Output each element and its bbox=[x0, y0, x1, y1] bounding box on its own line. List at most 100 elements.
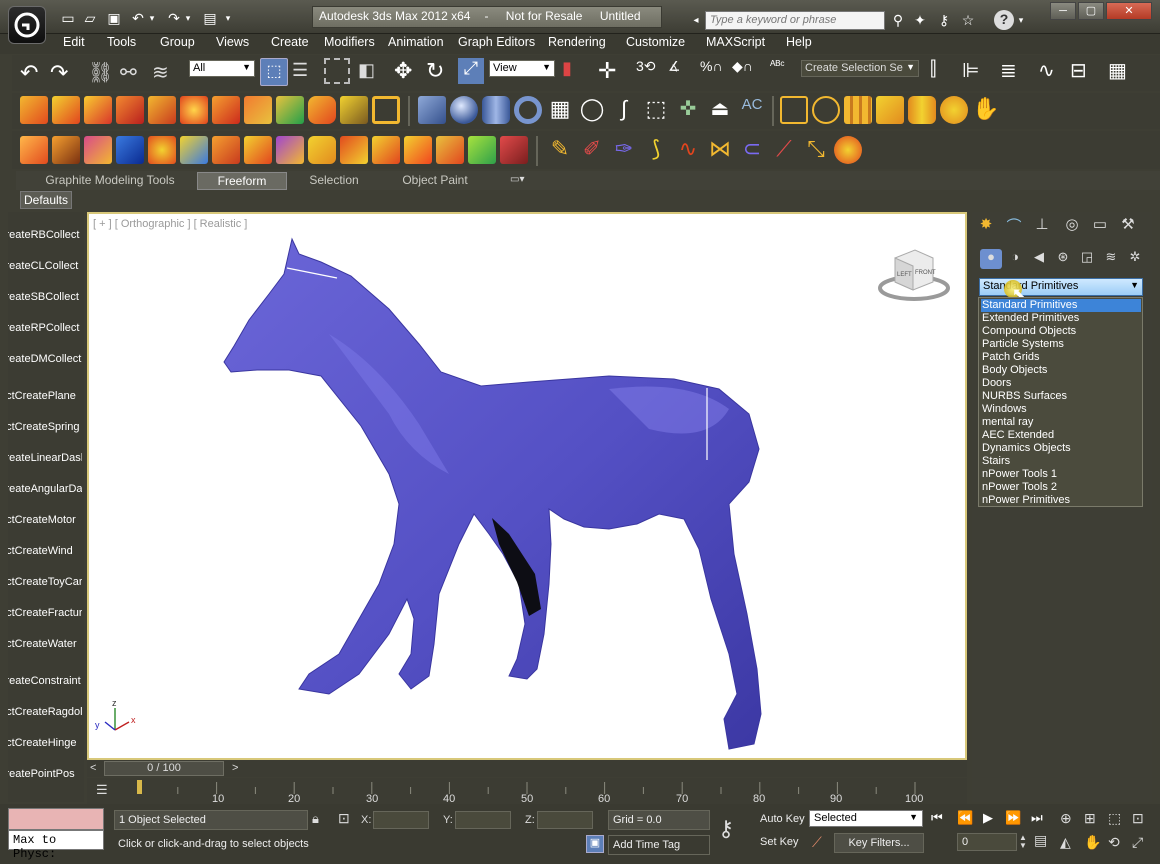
maxscript-listener-mini[interactable] bbox=[8, 808, 104, 830]
menu-tools[interactable]: Tools bbox=[107, 35, 136, 49]
dome-object-icon[interactable] bbox=[940, 96, 968, 124]
option-patch-grids[interactable]: Patch Grids bbox=[981, 351, 1141, 364]
pan-view-icon[interactable]: ✋ bbox=[1084, 834, 1101, 851]
cameras-category-icon[interactable]: ⊛ bbox=[1052, 249, 1074, 269]
default-in-out-tangents-icon[interactable]: ⟋ bbox=[812, 834, 822, 851]
tab-selection[interactable]: Selection bbox=[295, 172, 373, 190]
rectangle-shape-icon[interactable]: ⬚ bbox=[642, 96, 670, 124]
reactor-deforming-mesh-icon[interactable] bbox=[148, 96, 176, 124]
selection-lock-icon[interactable]: 🔒︎ bbox=[312, 811, 319, 827]
select-and-rotate-icon[interactable]: ↻ bbox=[426, 58, 452, 84]
binoculars-search-icon[interactable]: ⚲ bbox=[888, 11, 908, 29]
reactor-spring-icon[interactable] bbox=[212, 96, 240, 124]
option-nurbs-surfaces[interactable]: NURBS Surfaces bbox=[981, 390, 1141, 403]
quick-access-dropdown-icon[interactable]: ▾ bbox=[222, 9, 234, 27]
new-file-icon[interactable]: ▭ bbox=[58, 9, 78, 27]
macro-button[interactable]: actCreateHinge bbox=[8, 728, 82, 758]
wave-tool-icon[interactable]: ∿ bbox=[674, 136, 702, 164]
option-aec-extended[interactable]: AEC Extended bbox=[981, 429, 1141, 442]
reactor-rope-icon[interactable] bbox=[116, 96, 144, 124]
percent-snap-icon[interactable]: %∩ bbox=[700, 58, 726, 84]
npower-card-icon[interactable] bbox=[84, 136, 112, 164]
edit-named-selection-icon[interactable]: ᴬᴮᶜ bbox=[770, 58, 796, 84]
zoom-extents-icon[interactable]: ⬚ bbox=[1108, 810, 1121, 827]
time-configuration-icon[interactable]: ▤ bbox=[1034, 832, 1047, 849]
application-button[interactable] bbox=[8, 6, 46, 44]
npower-extrude-icon[interactable] bbox=[340, 136, 368, 164]
column-object-icon[interactable] bbox=[908, 96, 936, 124]
npower-loft-icon[interactable] bbox=[404, 136, 432, 164]
y-coordinate-field[interactable] bbox=[455, 811, 511, 829]
npower-split-icon[interactable] bbox=[308, 136, 336, 164]
redo-dropdown-icon[interactable]: ▾ bbox=[182, 9, 194, 27]
relax-tool-icon[interactable] bbox=[834, 136, 862, 164]
option-standard-primitives[interactable]: Standard Primitives bbox=[981, 299, 1141, 312]
select-and-scale-icon[interactable]: ⤢ bbox=[458, 58, 484, 84]
utilities-tab-icon[interactable]: ⚒ bbox=[1116, 215, 1140, 237]
key-mode-dropdown[interactable]: Selected ▼ bbox=[809, 810, 923, 827]
macro-button[interactable]: createDMCollect bbox=[8, 344, 82, 374]
rectangular-selection-icon[interactable] bbox=[324, 58, 350, 84]
absolute-mode-transform-icon[interactable]: ⊡ bbox=[338, 810, 350, 827]
communication-center-icon[interactable]: ⚷ bbox=[934, 11, 954, 29]
systems-category-icon[interactable]: ✲ bbox=[1124, 249, 1146, 269]
maxscript-input[interactable]: Max to Physc: bbox=[8, 830, 104, 861]
reactor-cloth-icon[interactable] bbox=[52, 96, 80, 124]
loop-tool-icon[interactable]: ⊂ bbox=[738, 136, 766, 164]
redo-icon[interactable]: ↷ bbox=[50, 60, 76, 85]
npower-wedge-icon[interactable] bbox=[52, 136, 80, 164]
help-dropdown-icon[interactable]: ▾ bbox=[1016, 11, 1026, 29]
save-file-icon[interactable]: ▣ bbox=[104, 9, 124, 27]
bow-tool-icon[interactable]: ⋈ bbox=[706, 136, 734, 164]
menu-modifiers[interactable]: Modifiers bbox=[324, 35, 375, 49]
macro-button[interactable]: actCreateRagdoll bbox=[8, 697, 82, 727]
macro-button[interactable]: createAngularDash bbox=[8, 474, 82, 504]
space-warps-category-icon[interactable]: ≋ bbox=[1100, 249, 1122, 269]
material-editor-icon[interactable]: ▦ bbox=[1108, 58, 1134, 84]
time-slider-thumb[interactable]: 0 / 100 bbox=[104, 761, 224, 776]
frame-spinner-icon[interactable]: ▲ ▼ bbox=[1019, 834, 1027, 850]
select-by-name-icon[interactable]: ☰ bbox=[292, 60, 316, 84]
time-slider-next-icon[interactable]: > bbox=[232, 762, 238, 774]
macro-button[interactable]: createRPCollect bbox=[8, 313, 82, 343]
zoom-all-icon[interactable]: ⊞ bbox=[1084, 810, 1096, 827]
macro-button[interactable]: createCLCollect bbox=[8, 251, 82, 281]
sphere-primitive-icon[interactable] bbox=[450, 96, 478, 124]
option-npower-primitives[interactable]: nPower Primitives bbox=[981, 494, 1141, 507]
motion-tab-icon[interactable]: ◎ bbox=[1060, 215, 1084, 237]
search-input[interactable]: Type a keyword or phrase bbox=[705, 11, 885, 30]
reactor-soft-body-icon[interactable] bbox=[84, 96, 112, 124]
menu-graph-editors[interactable]: Graph Editors bbox=[458, 35, 535, 49]
geometry-category-icon[interactable]: ● bbox=[980, 249, 1002, 269]
angle-snap-icon[interactable]: ∡ bbox=[668, 58, 694, 84]
mirror-icon[interactable]: ⫿ bbox=[930, 58, 956, 84]
point-helper-icon[interactable]: ✜ bbox=[674, 96, 702, 124]
select-object-button[interactable]: ⬚ bbox=[260, 58, 288, 86]
npower-fillet-icon[interactable] bbox=[212, 136, 240, 164]
previous-frame-icon[interactable]: ⏪ bbox=[957, 810, 973, 826]
wall-object-icon[interactable] bbox=[876, 96, 904, 124]
orbit-icon[interactable]: ⟲ bbox=[1108, 834, 1120, 851]
brush-tool-icon[interactable]: ✐ bbox=[578, 136, 606, 164]
box-primitive-icon[interactable] bbox=[418, 96, 446, 124]
undo-dropdown-icon[interactable]: ▾ bbox=[146, 9, 158, 27]
plane-primitive-icon[interactable]: ▦ bbox=[546, 96, 574, 124]
reactor-dashpot-icon[interactable] bbox=[244, 96, 272, 124]
light-icon[interactable]: ⏏ bbox=[706, 96, 734, 124]
marker-tool-icon[interactable]: ✑ bbox=[610, 136, 638, 164]
macro-button[interactable]: actCreateSpring bbox=[8, 412, 82, 442]
spinner-snap-icon[interactable]: ◆∩ bbox=[732, 58, 758, 84]
redo-icon[interactable]: ↷ bbox=[164, 9, 184, 27]
macro-button[interactable]: actCreateFracture bbox=[8, 598, 82, 628]
use-pivot-center-icon[interactable]: ▮ bbox=[562, 58, 586, 84]
minimize-button[interactable]: ─ bbox=[1050, 2, 1076, 20]
menu-rendering[interactable]: Rendering bbox=[548, 35, 606, 49]
add-time-tag-button[interactable]: Add Time Tag bbox=[608, 835, 710, 855]
macro-button[interactable]: createSBCollect bbox=[8, 282, 82, 312]
menu-group[interactable]: Group bbox=[160, 35, 195, 49]
option-compound-objects[interactable]: Compound Objects bbox=[981, 325, 1141, 338]
macro-button[interactable]: actCreatePlane bbox=[8, 381, 82, 411]
key-filters-button[interactable]: Key Filters... bbox=[834, 833, 924, 853]
macro-button[interactable]: actCreateWater bbox=[8, 629, 82, 659]
constraint-create-icon[interactable] bbox=[780, 96, 808, 124]
